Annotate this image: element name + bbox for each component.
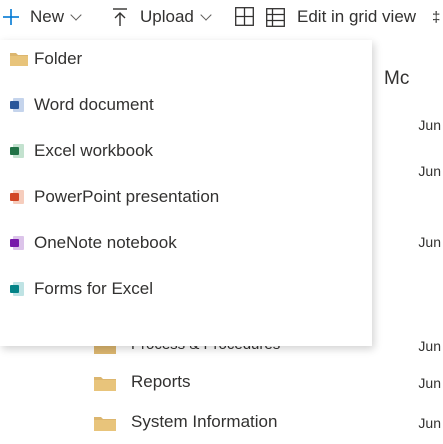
menu-item-label: Folder [34,49,83,68]
more-options-icon[interactable]: ‡ [432,0,440,34]
list-item[interactable]: Reports Jun [0,368,443,396]
menu-item-excel[interactable]: Excel workbook [0,128,372,174]
new-button[interactable]: New [2,0,82,34]
new-dropdown-menu: Folder Word document Excel workbook Powe… [0,40,372,346]
plus-icon [3,9,19,25]
folder-icon [10,53,28,66]
upload-icon [113,8,127,26]
new-button-label: New [30,7,65,26]
menu-item-label: Excel workbook [34,141,154,160]
menu-item-forms[interactable]: Forms for Excel [0,266,372,312]
edit-grid-view-button[interactable]: Edit in grid view [266,0,416,34]
menu-item-label: PowerPoint presentation [34,187,220,206]
upload-button[interactable]: Upload [111,0,212,34]
menu-item-folder[interactable]: Folder [0,36,372,82]
menu-item-label: OneNote notebook [34,233,177,252]
upload-button-label: Upload [140,7,194,26]
command-bar: New Upload Edit in grid view ‡ [0,0,443,34]
menu-item-label: Word document [34,95,154,114]
menu-item-powerpoint[interactable]: PowerPoint presentation [0,174,372,220]
folder-icon [94,417,116,431]
chevron-down-icon [70,8,82,21]
excel-icon [10,144,24,158]
column-header-modified[interactable]: Mc [384,68,409,90]
chevron-down-icon [200,8,212,21]
word-icon [10,98,24,112]
list-item[interactable]: System Information Jun [0,408,443,436]
forms-icon [10,282,24,296]
powerpoint-icon [10,190,24,204]
modified-date: Jun [418,163,441,179]
edit-grid-view-label: Edit in grid view [297,7,417,26]
folder-icon [94,377,116,391]
file-name[interactable]: Reports [131,368,191,396]
modified-date: Jun [418,234,441,250]
tiles-view-icon[interactable] [235,7,254,26]
menu-item-word[interactable]: Word document [0,82,372,128]
grid-icon [266,7,285,27]
modified-date: Jun [418,415,441,431]
menu-item-label: Forms for Excel [34,279,154,298]
modified-date: Jun [418,375,441,391]
menu-item-onenote[interactable]: OneNote notebook [0,220,372,266]
file-name[interactable]: System Information [131,408,277,436]
modified-date: Jun [418,338,441,354]
onenote-icon [10,236,24,250]
modified-date: Jun [418,117,441,133]
